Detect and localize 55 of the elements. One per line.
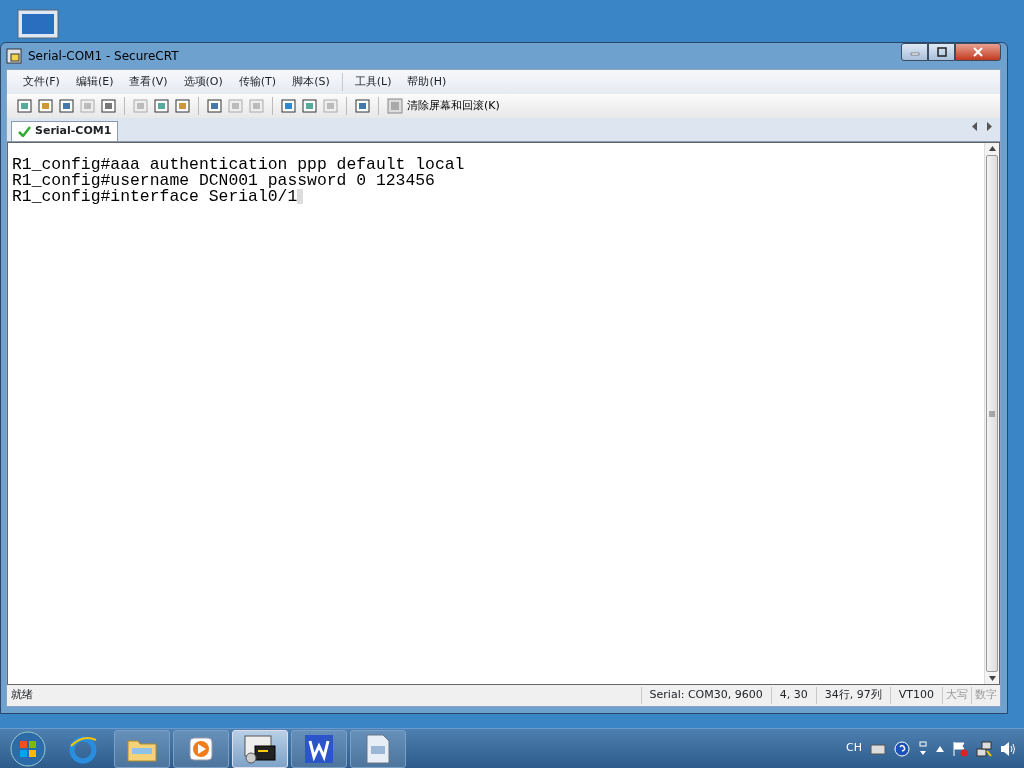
checkmark-icon bbox=[18, 126, 31, 137]
toolbar-icon[interactable] bbox=[152, 96, 171, 116]
status-field: Serial: COM30, 9600 bbox=[640, 687, 771, 704]
speaker-icon[interactable] bbox=[1000, 740, 1016, 757]
app-icon bbox=[6, 48, 22, 64]
maximize-button[interactable] bbox=[928, 43, 955, 61]
window-title: Serial-COM1 - SecureCRT bbox=[28, 48, 179, 65]
menu-item[interactable]: 脚本(S) bbox=[284, 71, 338, 93]
clear-screen-icon bbox=[387, 98, 403, 114]
menu-item[interactable]: 选项(O) bbox=[175, 71, 231, 93]
status-field: 数字 bbox=[971, 687, 1000, 704]
help-icon[interactable] bbox=[894, 740, 910, 757]
menu-item[interactable]: 查看(V) bbox=[121, 71, 176, 93]
minimize-button[interactable] bbox=[901, 43, 928, 61]
close-button[interactable] bbox=[955, 43, 1001, 61]
toolbar-icon[interactable] bbox=[15, 96, 34, 116]
w-letter-icon bbox=[304, 733, 334, 764]
menu-item[interactable]: 文件(F) bbox=[15, 71, 68, 93]
close-icon bbox=[973, 47, 983, 57]
flag-icon[interactable] bbox=[952, 740, 968, 757]
grip-icon bbox=[989, 410, 995, 417]
play-icon bbox=[187, 734, 215, 763]
language-indicator[interactable]: CH bbox=[846, 740, 862, 757]
session-tab[interactable]: Serial-COM1 bbox=[11, 121, 119, 141]
toolbar-icon[interactable] bbox=[353, 96, 372, 116]
toolbar-icon[interactable] bbox=[99, 96, 118, 116]
menu-item[interactable]: 帮助(H) bbox=[399, 71, 455, 93]
clear-screen-button[interactable]: 清除屏幕和回滚(K) bbox=[385, 97, 502, 115]
toolbar-icon[interactable] bbox=[36, 96, 55, 116]
menu-item[interactable]: 传输(T) bbox=[230, 71, 285, 93]
terminal-icon bbox=[243, 733, 277, 764]
show-hidden-icon[interactable] bbox=[936, 745, 944, 752]
scroll-left-icon[interactable] bbox=[972, 122, 978, 131]
toolbar-icon[interactable] bbox=[173, 96, 192, 116]
toolbar-icon[interactable] bbox=[300, 96, 319, 116]
document-icon bbox=[365, 733, 391, 764]
toolbar-icon[interactable] bbox=[279, 96, 298, 116]
scroll-right-icon[interactable] bbox=[986, 122, 992, 131]
status-field: 4, 30 bbox=[770, 687, 816, 704]
status-field: VT100 bbox=[889, 687, 942, 704]
status-field: 大写 bbox=[942, 687, 971, 704]
status-field: 34行, 97列 bbox=[815, 687, 890, 704]
scroll-up-icon[interactable] bbox=[988, 146, 996, 151]
tray-options-icon[interactable] bbox=[918, 740, 928, 757]
maximize-icon bbox=[936, 47, 947, 57]
keyboard-icon[interactable] bbox=[870, 742, 886, 755]
status-message: 就绪 bbox=[10, 687, 34, 704]
toolbar-icon[interactable] bbox=[57, 96, 76, 116]
menu-item[interactable]: 工具(L) bbox=[346, 71, 400, 93]
network-icon[interactable] bbox=[976, 740, 992, 757]
vertical-scrollbar[interactable] bbox=[984, 143, 999, 684]
menu-item[interactable]: 编辑(E) bbox=[67, 71, 122, 93]
toolbar-icon[interactable] bbox=[205, 96, 224, 116]
taskbar-button[interactable] bbox=[291, 729, 347, 768]
scroll-down-icon[interactable] bbox=[988, 676, 996, 681]
